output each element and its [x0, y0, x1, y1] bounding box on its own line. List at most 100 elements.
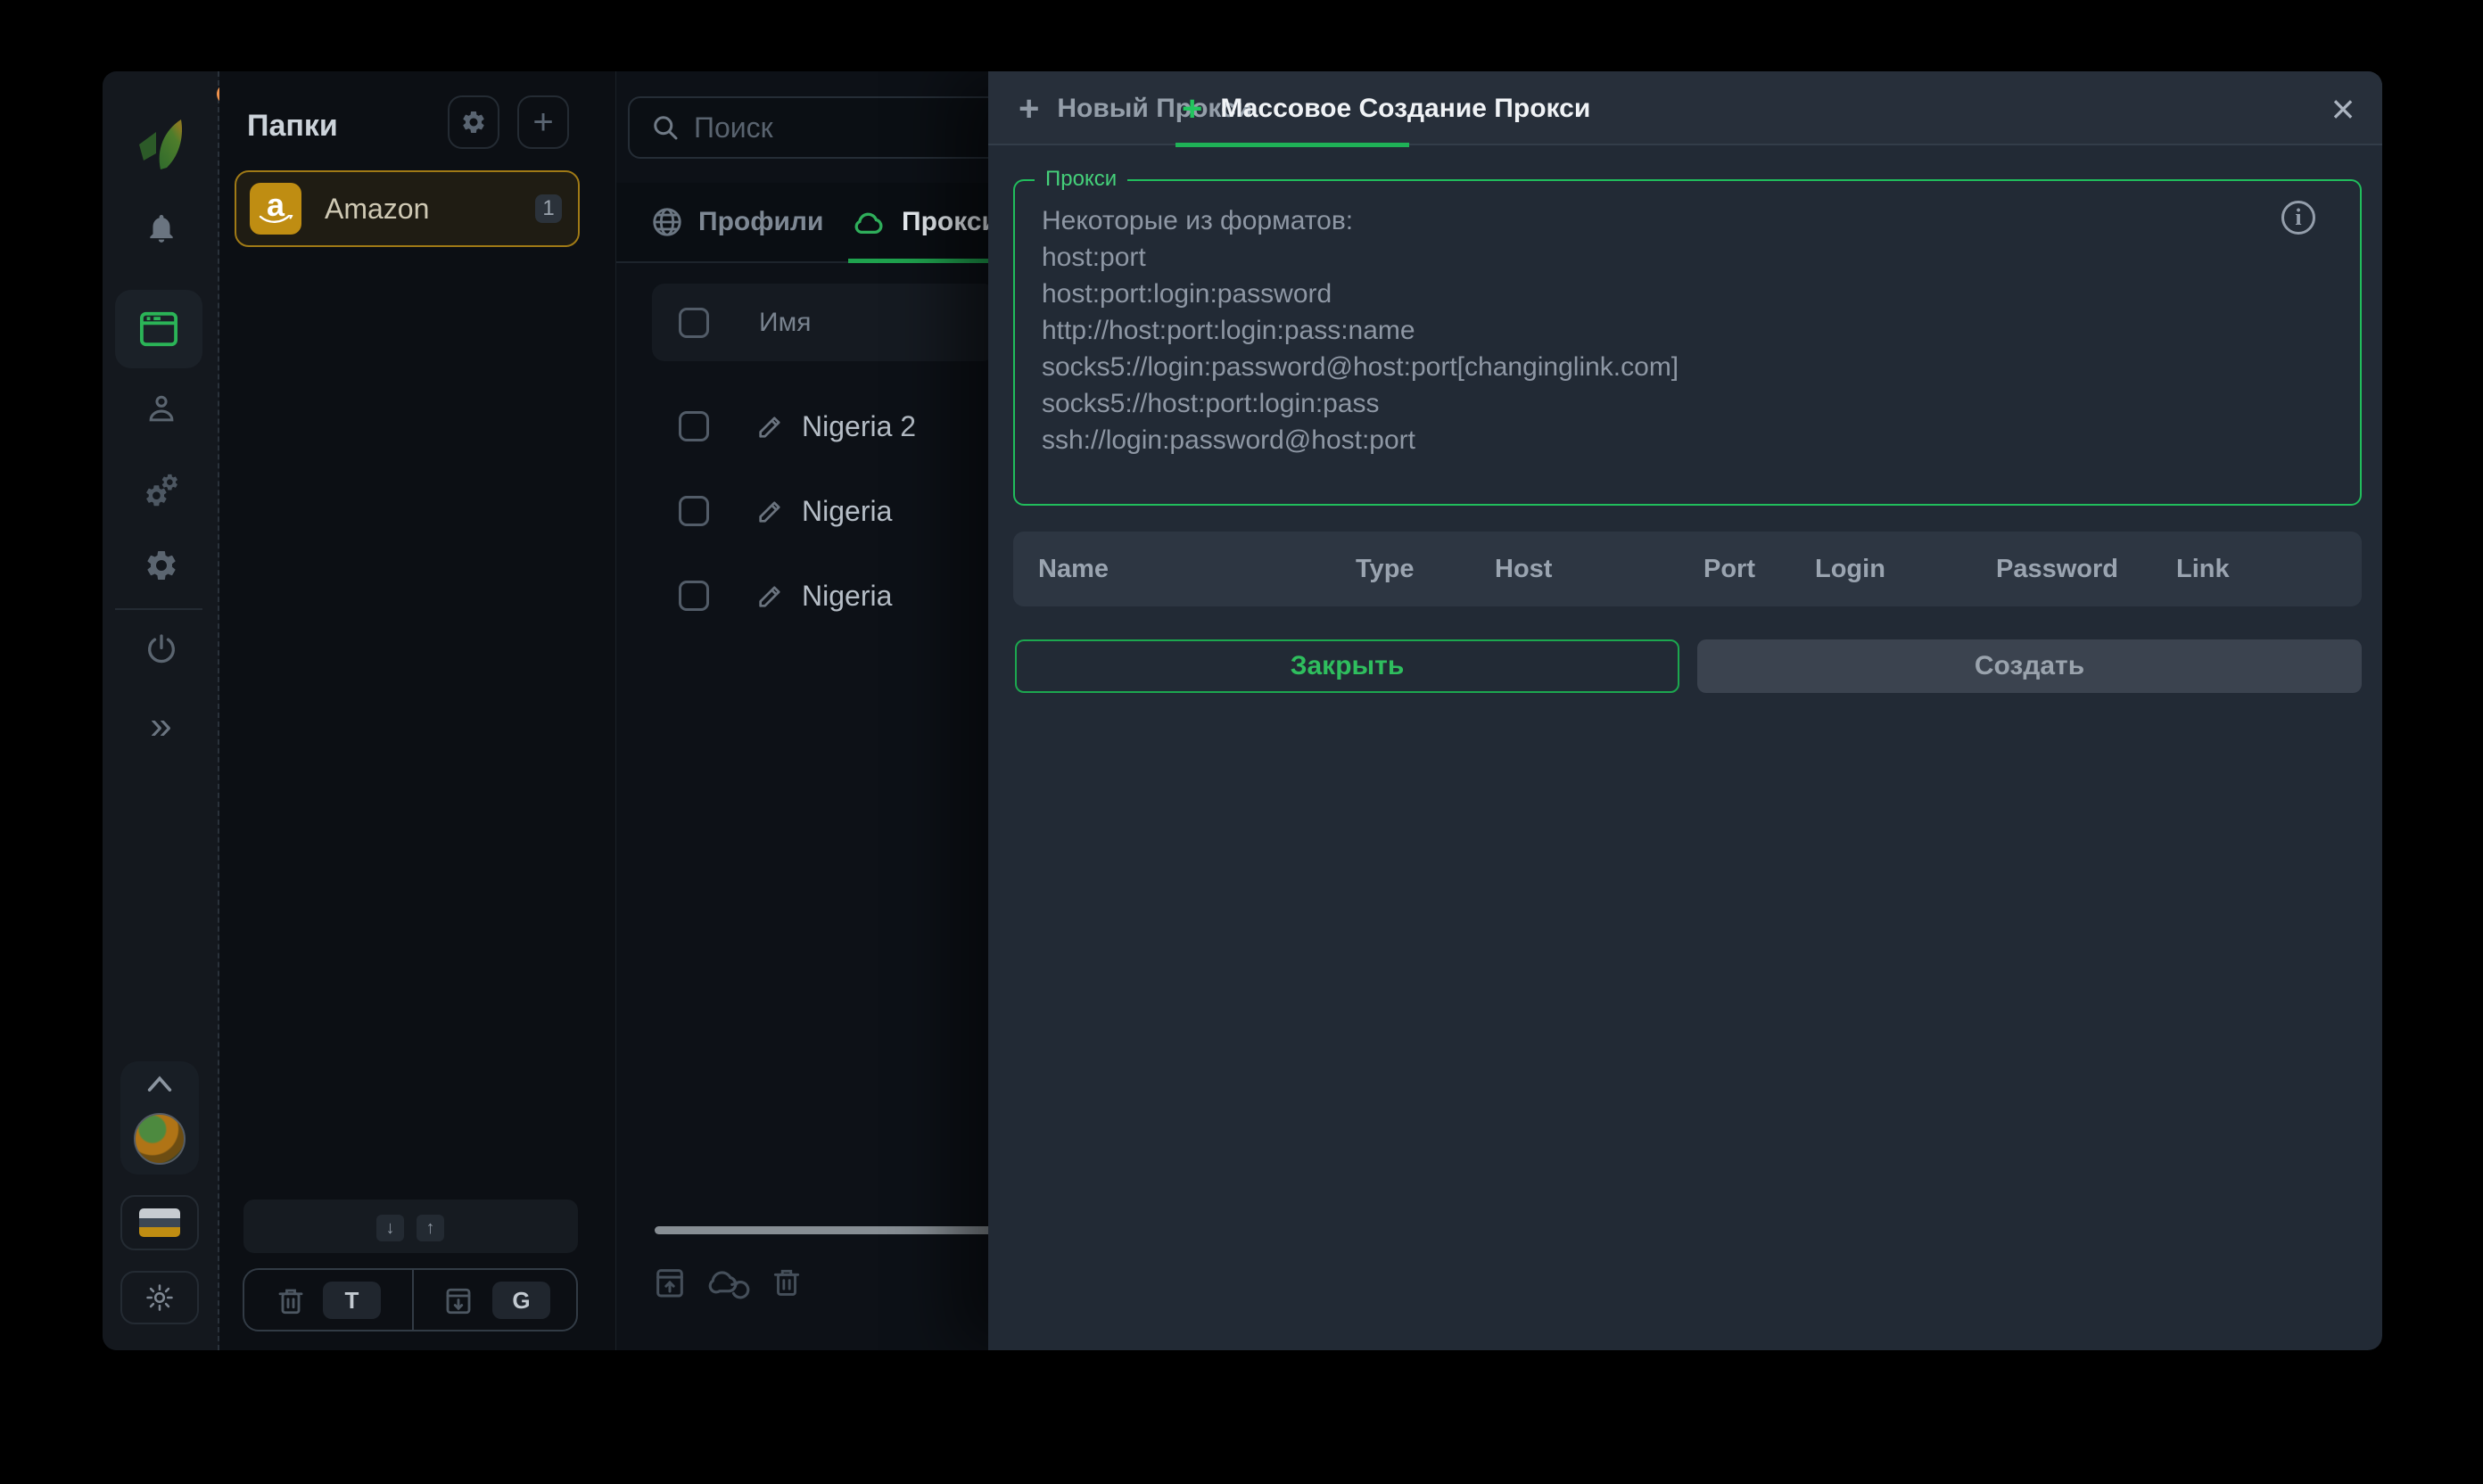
close-icon: × — [2331, 85, 2355, 133]
theme-toggle-button[interactable] — [120, 1271, 199, 1324]
search-placeholder: Поиск — [694, 111, 773, 144]
pencil-icon[interactable] — [755, 411, 786, 441]
row-checkbox[interactable] — [679, 581, 709, 611]
add-folder-button[interactable]: + — [517, 95, 569, 149]
column-name: Name — [1038, 532, 1109, 606]
user-avatar[interactable] — [134, 1113, 186, 1165]
delete-hotkey-chip[interactable]: T — [323, 1282, 381, 1319]
trash-icon — [770, 1265, 804, 1300]
tab-proxy[interactable]: Прокси — [850, 183, 998, 261]
plus-icon: + — [1182, 91, 1202, 127]
chevron-up-icon — [120, 1074, 199, 1093]
row-checkbox[interactable] — [679, 411, 709, 441]
placeholder-line: host:port:login:password — [1042, 276, 1679, 312]
proxy-name: Nigeria — [802, 495, 892, 528]
import-box-icon[interactable] — [442, 1284, 474, 1318]
folder-name: Amazon — [325, 193, 535, 226]
cloud-sync-icon — [707, 1265, 754, 1302]
column-link: Link — [2176, 532, 2230, 606]
power-icon — [144, 631, 179, 667]
folder-count-badge: 1 — [535, 194, 562, 223]
export-button[interactable] — [652, 1265, 688, 1300]
sidebar-item-browser-profiles[interactable] — [115, 290, 202, 368]
placeholder-line: host:port — [1042, 239, 1679, 276]
tab-proxy-label: Прокси — [902, 207, 998, 237]
user-menu-tile[interactable] — [120, 1061, 199, 1175]
folders-sort-bar: ↓ ↑ — [243, 1200, 578, 1253]
sidebar-collapse-button[interactable]: » — [103, 706, 219, 746]
info-icon[interactable]: i — [2281, 201, 2315, 235]
column-host: Host — [1495, 532, 1552, 606]
person-icon — [144, 392, 178, 426]
sync-proxies-button[interactable] — [707, 1265, 754, 1302]
column-login: Login — [1815, 532, 1885, 606]
modal-close-button[interactable]: × — [2314, 82, 2372, 136]
close-modal-button[interactable]: Закрыть — [1015, 639, 1679, 693]
app-logo-icon — [132, 112, 194, 175]
column-port: Port — [1703, 532, 1755, 606]
bulk-proxy-table-header: Name Type Host Port Login Password Link — [1013, 532, 2362, 606]
proxy-row[interactable]: Nigeria — [652, 567, 995, 624]
sort-descending-button[interactable]: ↓ — [376, 1215, 404, 1241]
sidebar-item-accounts[interactable] — [103, 392, 219, 426]
app-window: » — [103, 71, 2382, 1350]
folders-panel-title: Папки — [247, 109, 338, 144]
placeholder-line: socks5://login:password@host:port[changi… — [1042, 349, 1679, 385]
pencil-icon[interactable] — [755, 496, 786, 526]
search-input[interactable]: Поиск — [628, 96, 1002, 159]
tab-bulk-proxy[interactable]: + Массовое Создание Прокси — [1182, 71, 1590, 145]
proxy-creation-modal: + Новый Прокси + Массовое Создание Прокс… — [988, 71, 2382, 1350]
proxy-row[interactable]: Nigeria 2 — [652, 398, 995, 455]
gear-icon — [460, 109, 487, 136]
proxy-row[interactable]: Nigeria — [652, 482, 995, 540]
proxy-table-header: Имя — [652, 284, 995, 361]
placeholder-line: Некоторые из форматов: — [1042, 202, 1679, 239]
sidebar-item-settings[interactable] — [103, 548, 219, 583]
active-tab-underline — [848, 259, 995, 263]
placeholder-line: socks5://host:port:login:pass — [1042, 385, 1679, 422]
sun-icon — [144, 1282, 175, 1313]
notifications-bell-icon[interactable] — [103, 211, 219, 245]
toolbar-divider — [412, 1270, 414, 1330]
placeholder-line: http://host:port:login:pass:name — [1042, 312, 1679, 349]
pencil-icon[interactable] — [755, 581, 786, 611]
column-password: Password — [1996, 532, 2118, 606]
column-name-label: Имя — [759, 308, 811, 338]
proxy-placeholder-text: Некоторые из форматов: host:port host:po… — [1042, 202, 1679, 458]
sort-ascending-button[interactable]: ↑ — [417, 1215, 444, 1241]
tab-profiles-label: Профили — [698, 207, 823, 237]
tab-bulk-proxy-label: Массовое Создание Прокси — [1220, 94, 1590, 124]
column-type: Type — [1356, 532, 1415, 606]
proxy-name: Nigeria — [802, 580, 892, 613]
gears-icon — [144, 471, 179, 507]
cloud-icon — [850, 207, 887, 237]
row-checkbox[interactable] — [679, 496, 709, 526]
proxy-textarea[interactable]: Прокси i Некоторые из форматов: host:por… — [1013, 179, 2362, 506]
browser-window-icon — [138, 310, 179, 348]
modal-header: + Новый Прокси + Массовое Создание Прокс… — [988, 71, 2382, 145]
create-proxies-button[interactable]: Создать — [1697, 639, 2362, 693]
language-flag-button[interactable] — [120, 1195, 199, 1250]
horizontal-scrollbar[interactable] — [655, 1226, 995, 1234]
tab-profiles[interactable]: Профили — [650, 183, 823, 261]
proxy-name: Nigeria 2 — [802, 410, 916, 443]
plus-icon: + — [532, 103, 553, 143]
profiles-tabbar: Профили Прокси — [616, 183, 995, 263]
folder-item-amazon[interactable]: a Amazon 1 — [235, 170, 580, 247]
flag-icon — [139, 1208, 180, 1237]
folders-settings-button[interactable] — [448, 95, 499, 149]
sidebar: » — [103, 71, 219, 1350]
sidebar-item-power[interactable] — [103, 631, 219, 667]
double-chevron-right-icon: » — [150, 706, 171, 746]
search-icon — [649, 111, 681, 144]
select-all-checkbox[interactable] — [679, 308, 709, 338]
sidebar-divider — [115, 608, 202, 610]
box-arrow-up-icon — [652, 1265, 688, 1300]
group-hotkey-chip[interactable]: G — [492, 1282, 550, 1319]
active-tab-underline — [1176, 143, 1409, 147]
sidebar-item-automation[interactable] — [103, 471, 219, 507]
delete-proxies-button[interactable] — [770, 1265, 804, 1300]
proxy-field-label: Прокси — [1035, 167, 1127, 192]
trash-icon[interactable] — [275, 1284, 307, 1318]
folders-panel: Папки + a Amazon 1 ↓ ↑ — [219, 71, 615, 1350]
